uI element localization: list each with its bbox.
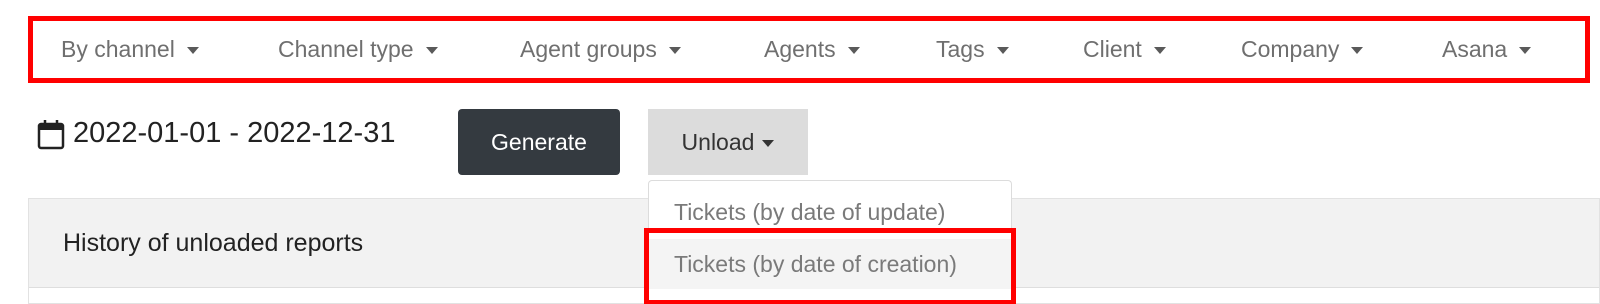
filter-by-channel[interactable]: By channel bbox=[61, 21, 199, 78]
caret-down-icon bbox=[186, 47, 199, 54]
filter-label: By channel bbox=[61, 36, 175, 62]
filter-agents[interactable]: Agents bbox=[764, 21, 860, 78]
history-title: History of unloaded reports bbox=[63, 229, 364, 257]
unload-button-label: Unload bbox=[681, 128, 755, 155]
generate-button[interactable]: Generate bbox=[458, 109, 620, 175]
unload-dropdown-button[interactable]: Unload bbox=[648, 109, 808, 175]
caret-down-icon bbox=[425, 47, 438, 54]
menu-item-label: Tickets (by date of update) bbox=[674, 198, 946, 225]
caret-down-icon bbox=[847, 47, 860, 54]
filter-channel-type[interactable]: Channel type bbox=[278, 21, 438, 78]
filter-bar: By channel Channel type Agent groups Age… bbox=[28, 16, 1590, 83]
filter-label: Channel type bbox=[278, 36, 414, 62]
highlight-annotation bbox=[644, 228, 1016, 304]
caret-down-icon bbox=[762, 139, 775, 147]
filter-label: Client bbox=[1083, 36, 1142, 62]
filter-client[interactable]: Client bbox=[1083, 21, 1166, 78]
filter-label: Asana bbox=[1442, 36, 1508, 62]
date-range-text: 2022-01-01 - 2022-12-31 bbox=[73, 116, 396, 149]
filter-company[interactable]: Company bbox=[1241, 21, 1364, 78]
filter-label: Agents bbox=[764, 36, 836, 62]
report-page: By channel Channel type Agent groups Age… bbox=[0, 0, 1600, 304]
caret-down-icon bbox=[1153, 47, 1166, 54]
filter-agent-groups[interactable]: Agent groups bbox=[520, 21, 681, 78]
date-range-picker[interactable]: 2022-01-01 - 2022-12-31 bbox=[37, 116, 395, 150]
filter-label: Company bbox=[1241, 36, 1340, 62]
caret-down-icon bbox=[668, 47, 681, 54]
calendar-icon bbox=[37, 120, 65, 150]
filter-label: Agent groups bbox=[520, 36, 657, 62]
filter-asana[interactable]: Asana bbox=[1442, 21, 1532, 78]
filter-label: Tags bbox=[936, 36, 985, 62]
filter-tags[interactable]: Tags bbox=[936, 21, 1009, 78]
caret-down-icon bbox=[996, 47, 1009, 54]
caret-down-icon bbox=[1519, 47, 1532, 54]
caret-down-icon bbox=[1351, 47, 1364, 54]
